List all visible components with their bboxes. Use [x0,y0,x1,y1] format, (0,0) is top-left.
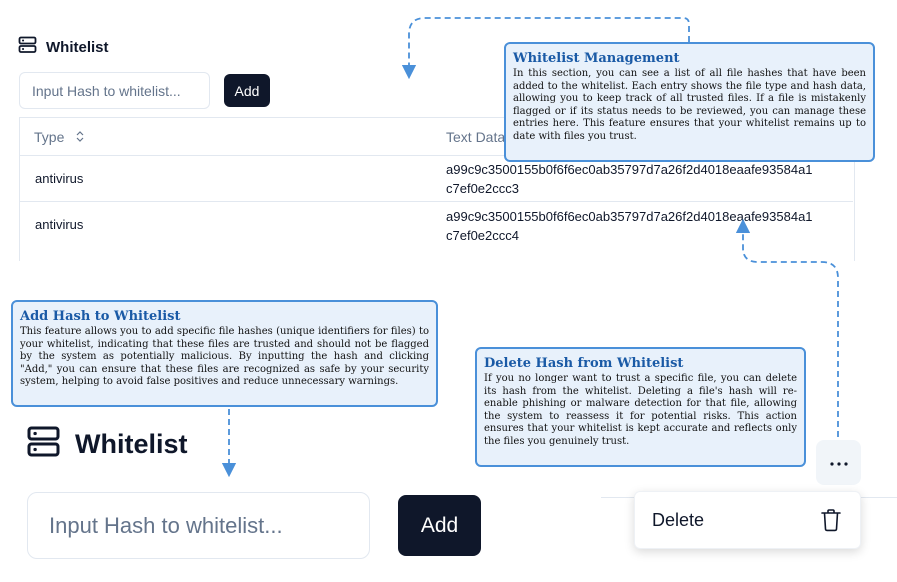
hash-line: c7ef0e2ccc4 [446,228,519,243]
table-row-type: antivirus [35,217,84,232]
hash-line: a99c9c3500155b0f6f6ec0ab35797d7a26f2d401… [446,162,813,177]
callout-title: Delete Hash from Whitelist [484,356,684,371]
table-row-hash: a99c9c3500155b0f6f6ec0ab35797d7a26f2d401… [446,160,826,198]
callout-delete-hash: Delete Hash from Whitelist If you no lon… [475,347,806,467]
add-button-zoomed[interactable]: Add [398,495,481,556]
column-header-type[interactable]: Type [34,129,84,145]
more-icon [829,454,849,472]
callout-add-hash: Add Hash to Whitelist This feature allow… [11,300,438,407]
hash-input-zoomed[interactable]: Input Hash to whitelist... [27,492,370,559]
trash-icon[interactable] [820,508,842,537]
whitelist-header: Whitelist [18,36,109,59]
delete-menu-item[interactable]: Delete [652,510,704,531]
callout-whitelist-management: Whitelist Management In this section, yo… [504,42,875,162]
row-divider [19,201,853,202]
hash-input[interactable]: Input Hash to whitelist... [19,72,210,109]
add-button[interactable]: Add [224,74,270,107]
callout-body: If you no longer want to trust a specifi… [484,373,797,447]
whitelist-header-zoomed: Whitelist [27,426,188,463]
column-header-type-label: Type [34,129,65,145]
server-icon [18,36,38,59]
column-header-text-data: Text Data [446,129,506,145]
more-options-button[interactable] [816,440,861,485]
hash-line: a99c9c3500155b0f6f6ec0ab35797d7a26f2d401… [446,209,813,224]
table-row-hash: a99c9c3500155b0f6f6ec0ab35797d7a26f2d401… [446,207,826,245]
server-icon [27,426,61,463]
callout-body: This feature allows you to add specific … [20,326,429,387]
sort-icon[interactable] [76,129,84,145]
hash-line: c7ef0e2ccc3 [446,181,519,196]
page-title-zoomed: Whitelist [75,429,188,459]
page-title: Whitelist [46,39,109,56]
callout-body: In this section, you can see a list of a… [513,68,866,142]
table-row-type: antivirus [35,171,84,186]
callout-title: Whitelist Management [513,51,680,66]
callout-title: Add Hash to Whitelist [20,309,181,324]
